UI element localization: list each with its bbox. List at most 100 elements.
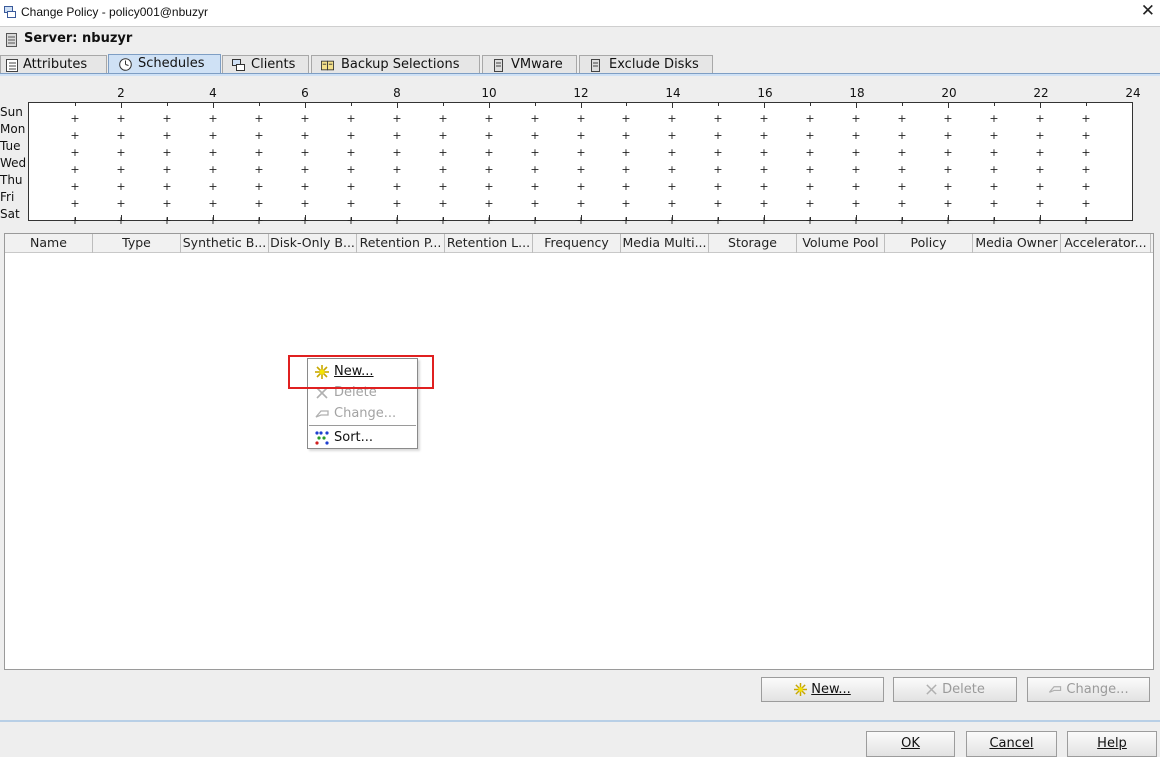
tab-underline — [0, 73, 1160, 76]
grid-cell-marker: + — [851, 180, 861, 193]
ok-button[interactable]: OK — [866, 731, 955, 757]
grid-cell-marker: + — [162, 112, 172, 125]
hour-tick — [397, 103, 398, 108]
column-header[interactable]: Media Multi... — [621, 234, 709, 253]
menu-item-change[interactable]: Change... — [308, 403, 417, 424]
grid-cell-marker: + — [484, 180, 494, 193]
column-header[interactable]: Retention P... — [357, 234, 445, 253]
hour-label: 10 — [481, 86, 497, 100]
grid-cell-marker: + — [254, 129, 264, 142]
hour-tick — [305, 103, 306, 108]
grid-cell-marker: + — [70, 214, 80, 227]
menu-item-sort[interactable]: Sort... — [308, 427, 417, 448]
grid-cell-marker: + — [621, 129, 631, 142]
grid-cell-marker: + — [346, 129, 356, 142]
column-header[interactable]: Policy — [885, 234, 973, 253]
column-header[interactable]: Storage — [709, 234, 797, 253]
hour-tick — [443, 103, 444, 106]
grid-cell-marker: + — [805, 146, 815, 159]
column-header[interactable]: Accelerator... — [1061, 234, 1151, 253]
grid-cell-marker: + — [713, 129, 723, 142]
grid-cell-marker: + — [759, 163, 769, 176]
grid-cell-marker: + — [254, 197, 264, 210]
hour-tick — [764, 103, 765, 108]
grid-cell-marker: + — [989, 146, 999, 159]
grid-cell-marker: + — [346, 112, 356, 125]
close-icon[interactable]: ✕ — [1141, 1, 1155, 21]
hour-label: 18 — [849, 86, 865, 100]
computers-icon — [232, 59, 245, 71]
grid-cell-marker: + — [484, 214, 494, 227]
help-button[interactable]: Help — [1067, 731, 1157, 757]
tab-attributes[interactable]: Attributes — [0, 55, 107, 74]
grid-cell-marker: + — [300, 112, 310, 125]
hour-tick — [994, 103, 995, 106]
grid-cell-marker: + — [530, 197, 540, 210]
grid-cell-marker: + — [897, 129, 907, 142]
grid-cell-marker: + — [530, 180, 540, 193]
grid-cell-marker: + — [392, 197, 402, 210]
grid-cell-marker: + — [438, 112, 448, 125]
new-button[interactable]: New... — [761, 677, 884, 702]
grid-cell-marker: + — [484, 112, 494, 125]
grid-cell-marker: + — [713, 112, 723, 125]
tab-backup-selections[interactable]: Backup Selections — [311, 55, 480, 74]
tab-exclude-disks[interactable]: Exclude Disks — [579, 55, 713, 74]
grid-cell-marker: + — [713, 146, 723, 159]
column-header[interactable]: Frequency — [533, 234, 621, 253]
hour-tick — [810, 103, 811, 106]
grid-cell-marker: + — [208, 214, 218, 227]
delete-button[interactable]: Delete — [893, 677, 1017, 702]
hour-axis: 2 4 6 8 10 12 14 16 18 20 22 24 — [0, 86, 1160, 102]
grid-cell-marker: + — [667, 112, 677, 125]
column-header[interactable]: Name — [5, 234, 93, 253]
tab-label: Schedules — [138, 56, 205, 71]
tab-clients[interactable]: Clients — [222, 55, 309, 74]
list-icon — [6, 59, 18, 72]
day-label: Thu — [0, 173, 23, 187]
grid-cell-marker: + — [162, 146, 172, 159]
grid-cell-marker: + — [162, 214, 172, 227]
hour-label: 24 — [1125, 86, 1141, 100]
change-button[interactable]: Change... — [1027, 677, 1150, 702]
column-header[interactable]: Disk-Only B... — [269, 234, 357, 253]
grid-cell-marker: + — [438, 163, 448, 176]
cancel-button[interactable]: Cancel — [966, 731, 1057, 757]
column-header[interactable]: Type — [93, 234, 181, 253]
grid-cell-marker: + — [346, 180, 356, 193]
hour-tick — [535, 103, 536, 106]
column-header[interactable]: Volume Pool — [797, 234, 885, 253]
hour-tick — [948, 103, 949, 108]
tab-label: Exclude Disks — [609, 57, 699, 72]
grid-cell-marker: + — [116, 180, 126, 193]
grid-cell-marker: + — [805, 112, 815, 125]
grid-cell-marker: + — [667, 146, 677, 159]
grid-cell-marker: + — [713, 163, 723, 176]
schedule-grid[interactable]: + + + + + + + + + + + + + + + + + + + + + + + + + + + + + + + + + + + + + + + +… — [28, 102, 1133, 226]
grid-cell-marker: + — [989, 163, 999, 176]
database-icon — [591, 59, 600, 72]
grid-cell-marker: + — [392, 163, 402, 176]
grid-cell-marker: + — [208, 197, 218, 210]
column-header[interactable]: Retention L... — [445, 234, 533, 253]
grid-cell-marker: + — [897, 180, 907, 193]
grid-cell-marker: + — [851, 112, 861, 125]
grid-cell-marker: + — [530, 112, 540, 125]
tab-schedules[interactable]: Schedules — [108, 54, 221, 74]
tab-vmware[interactable]: VMware — [482, 55, 577, 74]
grid-cell-marker: + — [1035, 180, 1045, 193]
hour-label: 12 — [573, 86, 589, 100]
column-header[interactable]: Synthetic B... — [181, 234, 269, 253]
grid-cell-marker: + — [943, 180, 953, 193]
grid-cell-marker: + — [254, 112, 264, 125]
grid-cell-marker: + — [438, 180, 448, 193]
grid-cell-marker: + — [438, 129, 448, 142]
grid-cell-marker: + — [254, 180, 264, 193]
grid-cell-marker: + — [530, 214, 540, 227]
grid-cell-marker: + — [300, 180, 310, 193]
schedules-table[interactable]: Name Type Synthetic B... Disk-Only B... Rete… — [4, 233, 1154, 670]
grid-cell-marker: + — [621, 197, 631, 210]
column-header[interactable]: Media Owner — [973, 234, 1061, 253]
tab-label: Clients — [251, 57, 296, 72]
grid-cell-marker: + — [70, 197, 80, 210]
